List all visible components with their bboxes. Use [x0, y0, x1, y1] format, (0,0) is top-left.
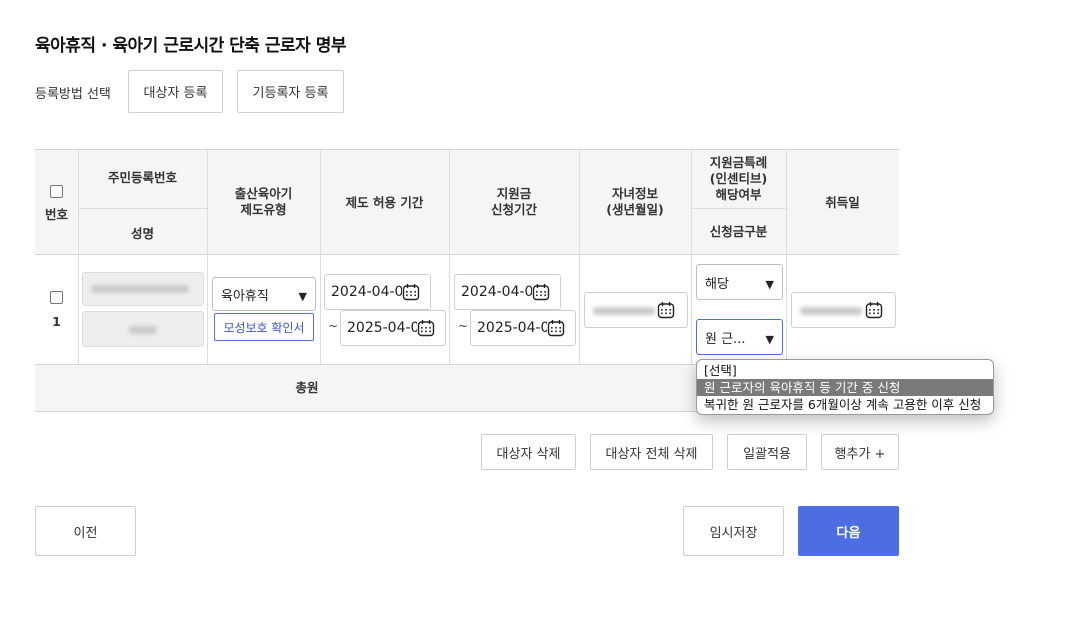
apply-category-value: 원 근...: [705, 331, 746, 347]
header-apply-category: 신청금구분: [709, 224, 768, 239]
program-type-value: 육아휴직: [221, 288, 269, 304]
header-incentive-line2: (인센티브): [709, 171, 768, 186]
row-number: 1: [52, 314, 61, 329]
row-checkbox[interactable]: [50, 291, 63, 304]
header-apply-period-line1: 지원금: [496, 186, 532, 201]
registration-method-label: 등록방법 선택: [35, 87, 111, 102]
dropdown-option[interactable]: [선택]: [697, 362, 993, 379]
header-name: 성명: [130, 226, 154, 241]
delete-all-targets-button[interactable]: 대상자 전체 삭제: [590, 434, 713, 470]
incentive-select[interactable]: 해당 ▼: [696, 264, 783, 300]
delete-target-button[interactable]: 대상자 삭제: [481, 434, 576, 470]
allowed-to-date[interactable]: 2025-04-01: [340, 310, 446, 346]
apply-to-date[interactable]: 2025-04-01: [470, 310, 576, 346]
table-row: 1 육아휴직 ▼ 모성보호 확인서 2024-04-01 ~ 2025-04-0…: [35, 255, 899, 365]
add-row-button[interactable]: 행추가 +: [821, 434, 899, 470]
maternity-protection-button[interactable]: 모성보호 확인서: [214, 313, 314, 341]
next-button[interactable]: 다음: [798, 506, 899, 556]
calendar-icon[interactable]: [865, 301, 883, 319]
child-birthdate-field[interactable]: [584, 292, 688, 328]
header-incentive: 지원금특례 (인센티브) 해당여부: [691, 155, 786, 203]
header-resident-id: 주민등록번호: [107, 170, 177, 185]
period-separator: ~: [328, 319, 339, 333]
header-apply-period: 지원금 신청기간: [449, 186, 579, 218]
header-child-info-line2: (생년월일): [606, 202, 664, 217]
register-target-button[interactable]: 대상자 등록: [128, 70, 223, 113]
header-program-type-line2: 제도유형: [240, 202, 287, 217]
allowed-from-value: 2024-04-01: [331, 284, 413, 300]
dropdown-option[interactable]: 복귀한 원 근로자를 6개월이상 계속 고용한 이후 신청: [697, 396, 993, 413]
prev-button[interactable]: 이전: [35, 506, 136, 556]
chevron-down-icon: ▼: [298, 290, 307, 303]
program-type-select[interactable]: 육아휴직 ▼: [212, 277, 316, 311]
total-label: 총원: [295, 380, 319, 395]
register-existing-button[interactable]: 기등록자 등록: [237, 70, 344, 113]
header-apply-period-line2: 신청기간: [490, 202, 537, 217]
select-all-checkbox[interactable]: [50, 185, 63, 198]
bulk-apply-button[interactable]: 일괄적용: [727, 434, 807, 470]
header-program-type-line1: 출산육아기: [234, 186, 293, 201]
header-child-info: 자녀정보 (생년월일): [579, 186, 691, 218]
incentive-value: 해당: [705, 276, 729, 292]
page-title: 육아휴직 · 육아기 근로시간 단축 근로자 명부: [35, 36, 347, 56]
resident-id-field[interactable]: [82, 272, 204, 306]
temp-save-button[interactable]: 임시저장: [683, 506, 784, 556]
header-number: 번호: [44, 207, 68, 222]
header-incentive-line1: 지원금특례: [709, 155, 768, 170]
period-separator: ~: [458, 319, 469, 333]
calendar-icon[interactable]: [417, 319, 435, 337]
header-program-type: 출산육아기 제도유형: [207, 186, 320, 218]
header-acquisition-date: 취득일: [825, 195, 860, 210]
header-child-info-line1: 자녀정보: [611, 186, 658, 201]
apply-from-date[interactable]: 2024-04-01: [454, 274, 561, 310]
name-field[interactable]: [82, 311, 204, 347]
apply-category-dropdown[interactable]: [선택] 원 근로자의 육아휴직 등 기간 중 신청 복귀한 원 근로자를 6개…: [696, 359, 994, 415]
apply-from-value: 2024-04-01: [461, 284, 543, 300]
calendar-icon[interactable]: [547, 319, 565, 337]
calendar-icon[interactable]: [657, 301, 675, 319]
calendar-icon[interactable]: [532, 283, 550, 301]
chevron-down-icon: ▼: [765, 278, 774, 291]
calendar-icon[interactable]: [402, 283, 420, 301]
table-header: 번호 주민등록번호 성명 출산육아기 제도유형 제도 허용 기간 지원금 신청기…: [35, 149, 899, 255]
allowed-from-date[interactable]: 2024-04-01: [324, 274, 431, 310]
header-incentive-line3: 해당여부: [715, 187, 762, 202]
chevron-down-icon: ▼: [765, 333, 774, 346]
header-allowed-period: 제도 허용 기간: [345, 195, 424, 210]
acquisition-date-field[interactable]: [791, 292, 896, 328]
dropdown-option-highlighted[interactable]: 원 근로자의 육아휴직 등 기간 중 신청: [697, 379, 993, 396]
apply-category-select[interactable]: 원 근... ▼: [696, 319, 783, 355]
